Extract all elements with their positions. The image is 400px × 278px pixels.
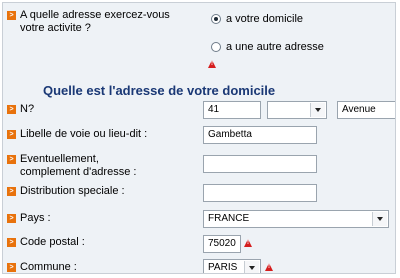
pays-label-text: Pays : [20, 212, 51, 224]
pays-value: FRANCE [208, 213, 250, 224]
numero-input[interactable]: 41 [203, 101, 261, 119]
warning-icon [244, 239, 252, 247]
numero-suffix-select[interactable] [267, 101, 327, 119]
chevron-down-icon[interactable] [244, 261, 259, 273]
code-postal-input[interactable]: 75020 [203, 235, 241, 253]
bullet-icon: > [7, 214, 16, 223]
commune-label: > Commune : [7, 261, 197, 273]
libelle-input[interactable]: Gambetta [203, 126, 317, 144]
code-postal-label: > Code postal : [7, 236, 197, 249]
bullet-icon: > [7, 263, 16, 272]
warning-icon [265, 263, 273, 271]
bullet-icon: > [7, 187, 16, 196]
option-home[interactable]: a votre domicile [211, 13, 303, 25]
chevron-down-icon[interactable] [372, 212, 387, 226]
bullet-icon: > [7, 11, 16, 20]
option-other[interactable]: a une autre adresse [211, 41, 324, 53]
pays-label: > Pays : [7, 212, 197, 225]
bullet-icon: > [7, 105, 16, 114]
warning-icon [208, 60, 216, 68]
bullet-icon: > [7, 130, 16, 139]
libelle-label: > Libelle de voie ou lieu-dit : [7, 128, 197, 141]
radio-home[interactable] [211, 14, 221, 24]
complement-label-text: Eventuellement, complement d'adresse : [20, 153, 137, 178]
distribution-label-text: Distribution speciale : [20, 185, 125, 197]
commune-value: PARIS [208, 262, 238, 273]
option-home-label: a votre domicile [226, 13, 304, 25]
complement-input[interactable] [203, 155, 317, 173]
form-frame: > A quelle adresse exercez-vous votre ac… [2, 2, 396, 274]
option-other-label: a une autre adresse [226, 41, 324, 53]
code-postal-label-text: Code postal : [20, 236, 85, 248]
bullet-icon: > [7, 238, 16, 247]
section-title: Quelle est l'adresse de votre domicile [43, 83, 276, 98]
activity-address-section: > A quelle adresse exercez-vous votre ac… [3, 3, 395, 73]
numero-suffix-value [268, 104, 276, 115]
voie-type-select[interactable]: Avenue [337, 101, 395, 119]
distribution-input[interactable] [203, 184, 317, 202]
commune-select[interactable]: PARIS [203, 259, 261, 273]
pays-select[interactable]: FRANCE [203, 210, 389, 228]
activity-question-text: A quelle adresse exercez-vous votre acti… [20, 9, 170, 34]
complement-label: > Eventuellement, complement d'adresse : [7, 153, 157, 179]
distribution-label: > Distribution speciale : [7, 185, 197, 198]
numero-label-text: N? [20, 103, 35, 115]
bullet-icon: > [7, 155, 16, 164]
radio-other[interactable] [211, 42, 221, 52]
commune-label-text: Commune : [20, 261, 77, 273]
chevron-down-icon[interactable] [310, 103, 325, 117]
libelle-label-text: Libelle de voie ou lieu-dit : [20, 128, 148, 140]
activity-question-label: > A quelle adresse exercez-vous votre ac… [7, 9, 197, 35]
numero-label: > N? [7, 103, 197, 116]
